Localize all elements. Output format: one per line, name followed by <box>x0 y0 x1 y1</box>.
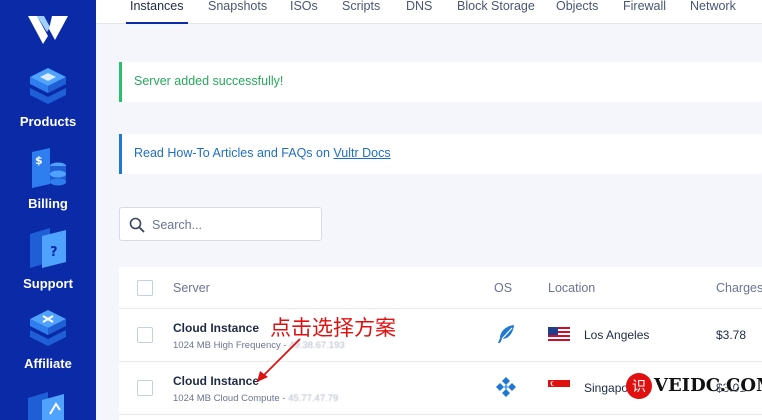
sidebar-item-label: Billing <box>28 196 68 211</box>
server-charges: $3.78 <box>716 328 747 342</box>
sidebar-item-products[interactable]: Products <box>0 64 96 129</box>
tab-block-storage[interactable]: Block Storage <box>457 0 535 13</box>
sidebar-item-affiliate[interactable]: Affiliate <box>0 306 96 371</box>
info-message-prefix: Read How-To Articles and FAQs on <box>134 146 334 160</box>
feather-icon <box>498 325 514 343</box>
table-header: Server OS Location Charges <box>119 267 762 309</box>
watermark-text: VEIDC.COM <box>654 375 762 396</box>
server-details: 1024 MB Cloud Compute - 45.77.47.79 <box>173 393 339 404</box>
column-header-location[interactable]: Location <box>548 281 595 295</box>
sidebar-item-label: Products <box>19 114 77 129</box>
tab-firewall[interactable]: Firewall <box>623 0 666 13</box>
sidebar-item-support[interactable]: ? Support <box>0 226 96 291</box>
success-message: Server added successfully! <box>134 74 284 88</box>
search-icon <box>129 217 145 233</box>
annotation-arrow-icon <box>257 338 301 382</box>
tab-instances[interactable]: Instances <box>126 0 187 24</box>
success-notice: Server added successfully! <box>119 62 762 102</box>
success-accent-bar <box>119 62 122 102</box>
server-name[interactable]: Cloud Instance <box>173 374 259 388</box>
tab-network[interactable]: Network <box>690 0 736 13</box>
products-icon <box>30 68 66 104</box>
instances-table: Server OS Location Charges Cloud Instanc… <box>119 267 762 420</box>
info-accent-bar <box>119 134 122 174</box>
diamond-grid-icon <box>496 377 516 397</box>
info-message: Read How-To Articles and FAQs on Vultr D… <box>134 146 391 160</box>
sidebar-item-label: Affiliate <box>24 356 72 371</box>
vultr-logo-icon[interactable] <box>28 14 68 46</box>
tab-dns[interactable]: DNS <box>406 0 432 13</box>
us-flag-icon <box>548 327 570 341</box>
column-header-os[interactable]: OS <box>494 281 512 295</box>
server-plan: 1024 MB Cloud Compute <box>173 393 280 404</box>
tab-isos[interactable]: ISOs <box>290 0 318 13</box>
sidebar-item-label: Support <box>23 276 73 291</box>
search-input[interactable] <box>152 215 312 235</box>
partial-nav-icon[interactable] <box>24 388 68 420</box>
info-notice: Read How-To Articles and FAQs on Vultr D… <box>119 134 762 174</box>
billing-icon: $ <box>32 148 66 188</box>
server-ip: 45.77.47.79 <box>288 393 339 404</box>
sg-flag-icon <box>548 380 570 394</box>
column-header-server[interactable]: Server <box>173 281 210 295</box>
sidebar-item-billing[interactable]: $ Billing <box>0 146 96 211</box>
server-name[interactable]: Cloud Instance <box>173 321 259 335</box>
watermark-logo-icon: 识 <box>626 373 652 399</box>
svg-text:$: $ <box>35 154 43 167</box>
vultr-docs-link[interactable]: Vultr Docs <box>333 146 390 160</box>
column-header-charges[interactable]: Charges <box>716 281 762 295</box>
table-row[interactable]: Cloud Instance 1024 MB High Frequency - … <box>119 309 762 362</box>
sidebar: Products $ Billing ? Support Affiliate <box>0 0 96 420</box>
row-checkbox[interactable] <box>137 380 153 396</box>
top-tabs: Instances Snapshots ISOs Scripts DNS Blo… <box>96 0 762 24</box>
tab-snapshots[interactable]: Snapshots <box>208 0 267 13</box>
search-box[interactable] <box>119 207 322 241</box>
support-icon: ? <box>30 228 66 268</box>
svg-text:?: ? <box>50 245 58 260</box>
row-checkbox[interactable] <box>137 327 153 343</box>
tab-scripts[interactable]: Scripts <box>342 0 380 13</box>
tab-objects[interactable]: Objects <box>556 0 598 13</box>
affiliate-icon <box>30 310 66 346</box>
select-all-checkbox[interactable] <box>137 280 153 296</box>
server-location: Los Angeles <box>584 328 650 342</box>
